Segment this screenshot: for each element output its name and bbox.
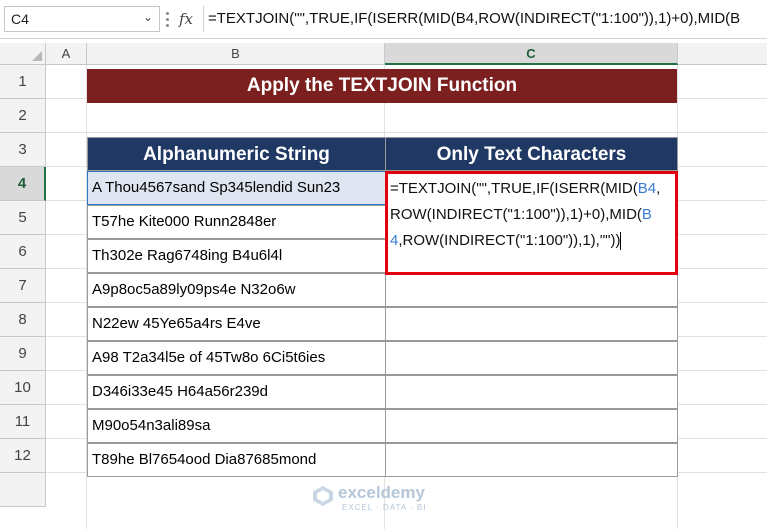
- column-header-b[interactable]: B: [87, 43, 385, 65]
- formula-line-2: ROW(INDIRECT("1:100")),1)+0),MID(B: [390, 202, 675, 228]
- watermark-tagline: EXCEL · DATA · BI: [342, 503, 427, 512]
- text-cursor: [620, 232, 622, 251]
- header-alphanumeric-string: Alphanumeric String: [87, 137, 386, 171]
- formula-text: ROW(INDIRECT("1:100")),1)+0),MID(: [390, 206, 642, 223]
- formula-text: ,ROW(INDIRECT("1:100")),1),"")): [398, 232, 621, 249]
- row-header-12[interactable]: 12: [0, 439, 46, 473]
- row-header-13[interactable]: [0, 473, 46, 507]
- cell-c9[interactable]: [385, 341, 678, 375]
- row-header-9[interactable]: 9: [0, 337, 46, 371]
- chevron-down-icon[interactable]: ⌄: [143, 10, 153, 24]
- watermark: exceldemy EXCEL · DATA · BI: [312, 483, 458, 513]
- cell-b11[interactable]: M90o54n3ali89sa: [87, 409, 386, 443]
- cell-c12[interactable]: [385, 443, 678, 477]
- row-header-1[interactable]: 1: [0, 65, 46, 99]
- cell-b6[interactable]: Th302e Rag6748ing B4u6l4l: [87, 239, 386, 273]
- formula-input[interactable]: =TEXTJOIN("",TRUE,IF(ISERR(MID(B4,ROW(IN…: [208, 5, 764, 33]
- row-header-11[interactable]: 11: [0, 405, 46, 439]
- cell-b9[interactable]: A98 T2a34l5e of 45Tw8o 6Ci5t6ies: [87, 341, 386, 375]
- row-header-3[interactable]: 3: [0, 133, 46, 167]
- row-header-8[interactable]: 8: [0, 303, 46, 337]
- row-header-6[interactable]: 6: [0, 235, 46, 269]
- drag-handle-icon[interactable]: [166, 10, 170, 28]
- row-header-7[interactable]: 7: [0, 269, 46, 303]
- row-header-2[interactable]: 2: [0, 99, 46, 133]
- column-header-c[interactable]: C: [385, 43, 678, 65]
- formula-bar: C4 ⌄ fx =TEXTJOIN("",TRUE,IF(ISERR(MID(B…: [0, 0, 767, 39]
- cell-b7[interactable]: A9p8oc5a89ly09ps4e N32o6w: [87, 273, 386, 307]
- exceldemy-logo-icon: [313, 486, 333, 506]
- cell-c8[interactable]: [385, 307, 678, 341]
- cell-c7[interactable]: [385, 273, 678, 307]
- cell-b10[interactable]: D346i33e45 H64a56r239d: [87, 375, 386, 409]
- name-box-value: C4: [11, 11, 29, 27]
- insert-function-button[interactable]: fx: [174, 7, 198, 31]
- column-header-d[interactable]: [678, 43, 767, 65]
- sheet-title: Apply the TEXTJOIN Function: [87, 69, 677, 103]
- formula-line-3: 4,ROW(INDIRECT("1:100")),1),"")): [390, 228, 675, 254]
- formula-reference: B4: [637, 180, 657, 197]
- cell-c10[interactable]: [385, 375, 678, 409]
- cell-b8[interactable]: N22ew 45Ye65a4rs E4ve: [87, 307, 386, 341]
- formula-reference: B: [641, 206, 652, 223]
- cell-c11[interactable]: [385, 409, 678, 443]
- cell-b4[interactable]: A Thou4567sand Sp345lendid Sun23: [87, 171, 386, 205]
- cell-c4-editor[interactable]: =TEXTJOIN("",TRUE,IF(ISERR(MID(B4, ROW(I…: [385, 171, 678, 275]
- column-header-a[interactable]: A: [46, 43, 87, 65]
- watermark-name: exceldemy: [338, 483, 425, 502]
- select-all-button[interactable]: [0, 43, 46, 65]
- row-header-5[interactable]: 5: [0, 201, 46, 235]
- row-header-10[interactable]: 10: [0, 371, 46, 405]
- name-box[interactable]: C4 ⌄: [4, 6, 160, 32]
- cell-b12[interactable]: T89he Bl7654ood Dia87685mond: [87, 443, 386, 477]
- formula-text: ,: [656, 180, 661, 197]
- row-header-4[interactable]: 4: [0, 167, 46, 201]
- gridline: [46, 132, 767, 133]
- formula-text: =TEXTJOIN("",TRUE,IF(ISERR(MID(: [390, 180, 638, 197]
- select-all-icon: [32, 51, 42, 61]
- formula-line-1: =TEXTJOIN("",TRUE,IF(ISERR(MID(B4,: [390, 176, 675, 202]
- divider: [203, 6, 204, 32]
- header-only-text-characters: Only Text Characters: [385, 137, 678, 171]
- cell-b5[interactable]: T57he Kite000 Runn2848er: [87, 205, 386, 239]
